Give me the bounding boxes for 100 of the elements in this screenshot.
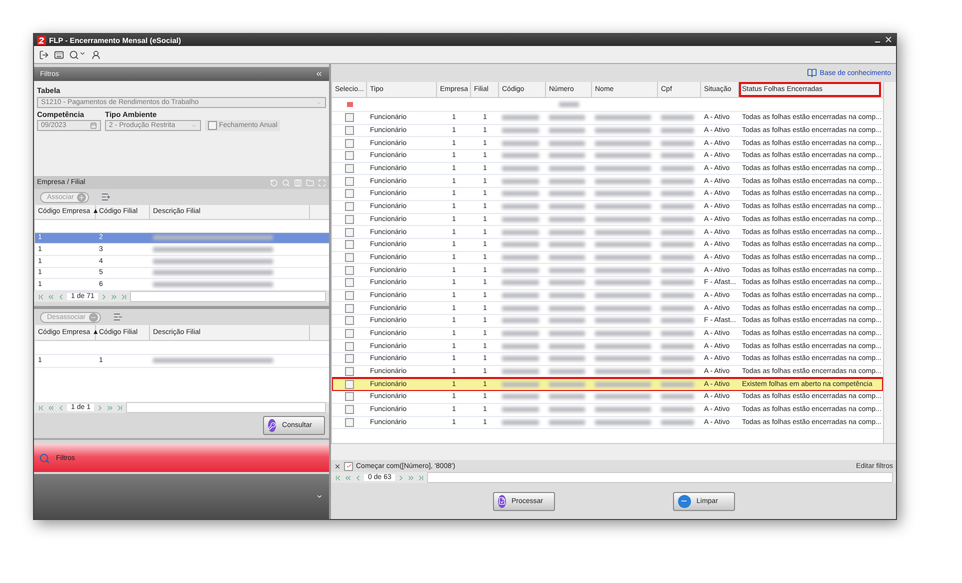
last-page-icon[interactable]: [116, 404, 124, 412]
previous-block-icon[interactable]: [47, 404, 55, 412]
blurred-text: [549, 280, 585, 286]
blurred-text: [549, 140, 585, 146]
row-checkbox[interactable]: [345, 164, 354, 174]
close-icon[interactable]: [334, 462, 341, 470]
search-dropdown-icon[interactable]: [69, 50, 86, 60]
previous-block-icon[interactable]: [344, 474, 352, 482]
horizontal-scrollbar[interactable]: [126, 402, 326, 413]
row-checkbox[interactable]: [345, 252, 354, 262]
row-checkbox[interactable]: [345, 151, 354, 160]
folder-icon[interactable]: [306, 178, 314, 186]
blurred-text: [549, 356, 585, 362]
row-checkbox[interactable]: [345, 329, 354, 338]
first-page-icon[interactable]: [37, 404, 45, 412]
blurred-text: [549, 115, 585, 120]
blurred-text: [595, 254, 651, 260]
document-check-icon: [498, 494, 506, 508]
expand-icon[interactable]: [316, 493, 323, 500]
previous-page-icon[interactable]: [57, 292, 65, 300]
row-checkbox[interactable]: [345, 418, 354, 427]
blurred-text: [502, 268, 539, 273]
blurred-text: [502, 230, 539, 235]
filter-checkbox[interactable]: [344, 462, 353, 470]
blurred-text: [661, 230, 694, 235]
row-checkbox[interactable]: [345, 126, 354, 136]
blurred-text: [502, 407, 539, 412]
next-block-icon[interactable]: [106, 404, 114, 412]
first-page-icon[interactable]: [37, 292, 45, 300]
row-checkbox[interactable]: [345, 176, 354, 186]
blurred-text: [502, 420, 539, 425]
minus-icon: [678, 494, 690, 508]
vertical-scrollbar[interactable]: [883, 82, 896, 443]
blurred-text: [661, 356, 694, 362]
blurred-text: [502, 178, 539, 184]
blurred-text: [549, 166, 585, 172]
row-checkbox[interactable]: [345, 113, 354, 122]
previous-block-icon[interactable]: [47, 292, 55, 300]
row-checkbox[interactable]: [345, 202, 354, 212]
blurred-text: [595, 191, 651, 196]
maximize-icon[interactable]: [318, 178, 326, 186]
next-block-icon[interactable]: [407, 474, 416, 482]
blurred-text: [595, 153, 651, 158]
user-icon[interactable]: [91, 50, 101, 60]
search-icon[interactable]: [282, 178, 290, 186]
row-checkbox[interactable]: [345, 278, 354, 288]
row-checkbox[interactable]: [345, 266, 354, 275]
columns-icon[interactable]: [294, 178, 302, 186]
row-checkbox[interactable]: [345, 290, 354, 300]
blurred-text: [661, 216, 694, 222]
last-page-icon[interactable]: [417, 474, 426, 482]
row-checkbox[interactable]: [345, 189, 354, 198]
filter-row[interactable]: [35, 220, 329, 233]
first-page-icon[interactable]: [334, 474, 342, 482]
blurred-text: [661, 140, 694, 146]
row-checkbox[interactable]: [345, 367, 354, 376]
blurred-text: [549, 394, 585, 400]
blurred-text: [549, 420, 585, 425]
blurred-text: [595, 306, 651, 311]
blurred-text: [502, 153, 539, 158]
keyboard-icon[interactable]: [54, 50, 64, 60]
blurred-text: [661, 166, 694, 172]
list-add-icon[interactable]: [100, 192, 111, 202]
blurred-text: [661, 318, 694, 324]
blurred-text: [549, 128, 585, 134]
collapse-icon[interactable]: [315, 70, 323, 78]
row-checkbox[interactable]: [345, 240, 354, 250]
row-checkbox[interactable]: [345, 380, 354, 389]
previous-page-icon[interactable]: [354, 474, 362, 482]
blurred-text: [661, 331, 694, 336]
blurred-text: [502, 166, 539, 172]
row-checkbox[interactable]: [345, 138, 354, 148]
filter-icon[interactable]: [346, 102, 352, 107]
list-remove-icon[interactable]: [112, 312, 123, 322]
window-controls-icon[interactable]: [873, 36, 893, 44]
row-checkbox[interactable]: [345, 342, 354, 351]
horizontal-scrollbar[interactable]: [130, 291, 326, 302]
row-checkbox[interactable]: [345, 392, 354, 402]
blurred-text: [502, 356, 539, 362]
horizontal-scrollbar[interactable]: [427, 472, 893, 483]
row-checkbox[interactable]: [345, 214, 354, 224]
calendar-icon: [90, 122, 97, 129]
book-icon: [806, 68, 817, 78]
blurred-text: [502, 331, 539, 336]
blurred-text: [502, 191, 539, 196]
blurred-text: [502, 280, 539, 286]
row-checkbox[interactable]: [345, 228, 354, 237]
next-block-icon[interactable]: [110, 292, 118, 300]
row-checkbox[interactable]: [345, 304, 354, 313]
previous-page-icon[interactable]: [57, 404, 65, 412]
last-page-icon[interactable]: [120, 292, 128, 300]
undo-icon[interactable]: [270, 178, 278, 186]
row-checkbox[interactable]: [345, 354, 354, 364]
exit-icon[interactable]: [39, 50, 49, 60]
blurred-text: [502, 140, 539, 146]
blurred-text: [595, 128, 651, 134]
row-checkbox[interactable]: [345, 316, 354, 326]
blurred-text: [661, 115, 694, 120]
blurred-text: [595, 178, 651, 184]
row-checkbox[interactable]: [345, 405, 354, 414]
